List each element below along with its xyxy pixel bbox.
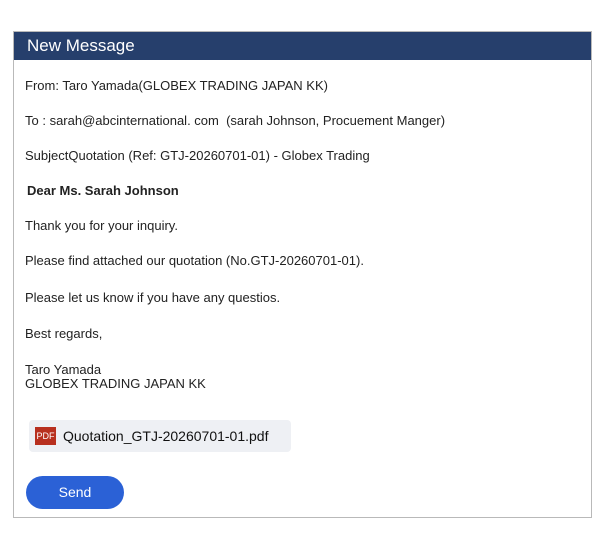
body-line: Please let us know if you have any quest…	[25, 290, 281, 305]
pdf-file-icon: PDF	[35, 427, 56, 445]
body-line: Please find attached our quotation (No.G…	[25, 253, 364, 268]
attachment-filename: Quotation_GTJ-20260701-01.pdf	[63, 428, 269, 444]
greeting: Dear Ms. Sarah Johnson	[27, 183, 179, 198]
send-button[interactable]: Send	[26, 476, 124, 509]
body-line: Best regards,	[25, 326, 103, 341]
to-line[interactable]: To : sarah@abcinternational. com (sarah …	[25, 113, 445, 128]
signature-name: Taro Yamada	[25, 362, 102, 377]
attachment-chip[interactable]: PDF Quotation_GTJ-20260701-01.pdf	[29, 420, 291, 452]
signature-company: GLOBEX TRADING JAPAN KK	[25, 376, 206, 391]
new-message-window: New Message From: Taro Yamada(GLOBEX TRA…	[13, 31, 592, 518]
window-title: New Message	[14, 32, 591, 60]
subject-line[interactable]: SubjectQuotation (Ref: GTJ-20260701-01) …	[25, 148, 370, 163]
from-line: From: Taro Yamada(GLOBEX TRADING JAPAN K…	[25, 78, 328, 93]
body-line: Thank you for your inquiry.	[25, 218, 178, 233]
